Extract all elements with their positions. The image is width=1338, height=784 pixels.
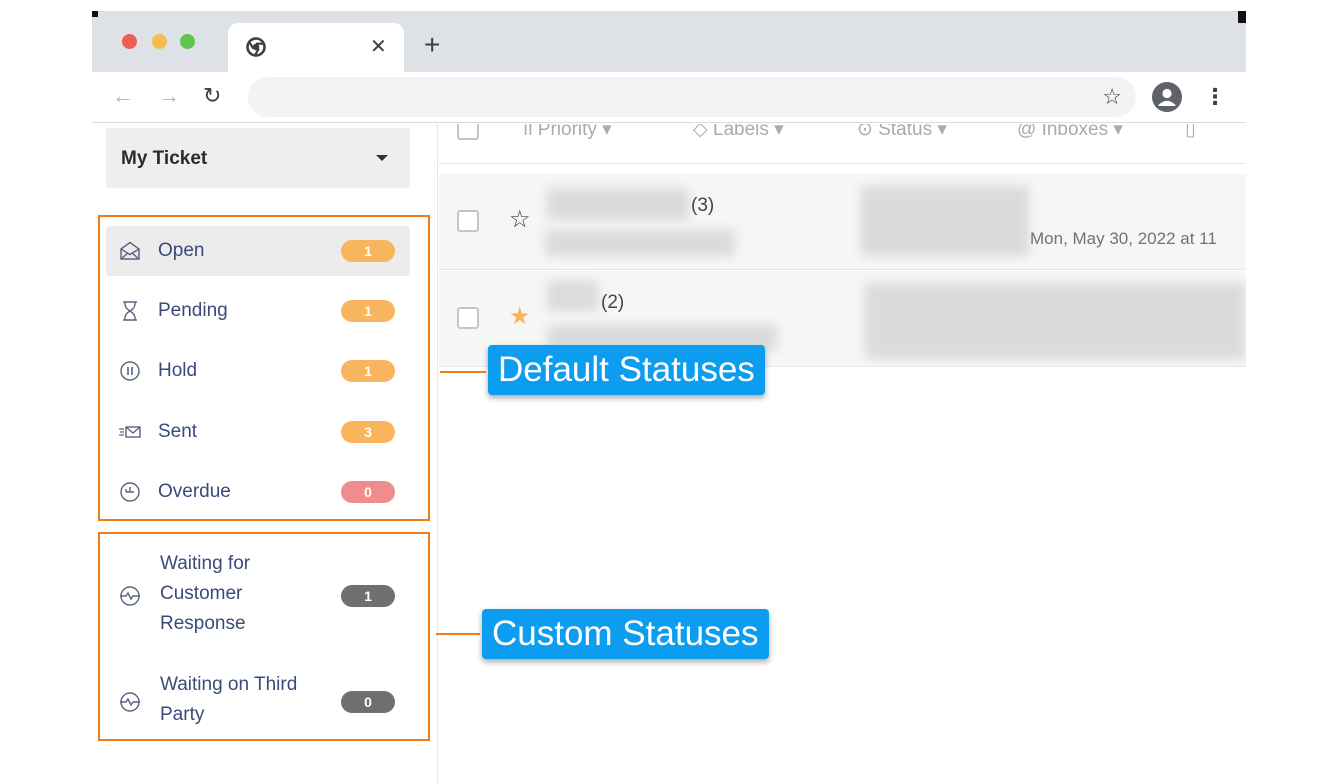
view-selector-label: My Ticket (121, 148, 208, 169)
ticket-list: ıl Priority ▾ ◇ Labels ▾ ⊙ Status ▾ @ In… (439, 124, 1246, 784)
select-all-checkbox[interactable] (457, 124, 479, 140)
new-tab-button[interactable]: + (424, 31, 440, 59)
status-filter-label: Status (878, 124, 933, 140)
labels-filter-label: Labels (712, 124, 769, 140)
chrome-icon (246, 37, 266, 57)
labels-filter[interactable]: ◇ Labels ▾ (693, 124, 784, 141)
row-checkbox[interactable] (457, 210, 479, 232)
priority-filter[interactable]: ıl Priority ▾ (523, 124, 612, 141)
default-statuses-callout: Default Statuses (488, 345, 765, 395)
inboxes-filter[interactable]: @ Inboxes ▾ (1017, 124, 1123, 141)
redacted-subject (545, 230, 735, 256)
list-header: ıl Priority ▾ ◇ Labels ▾ ⊙ Status ▾ @ In… (439, 124, 1246, 164)
browser-menu-icon[interactable]: ⋮ (1204, 83, 1226, 111)
custom-statuses-callout: Custom Statuses (482, 609, 769, 659)
forward-arrow-icon[interactable]: → (158, 83, 180, 109)
browser-tab[interactable]: ✕ (228, 23, 404, 72)
view-selector-dropdown[interactable]: My Ticket (106, 128, 410, 188)
custom-statuses-connector (436, 633, 480, 635)
back-arrow-icon[interactable]: ← (112, 83, 134, 109)
trash-icon[interactable]: ▯ (1185, 124, 1195, 141)
address-bar[interactable]: ☆ (248, 77, 1136, 117)
reload-icon[interactable]: ↻ (203, 83, 221, 109)
maximize-window-button[interactable] (180, 34, 195, 49)
chevron-down-icon (376, 155, 388, 161)
redacted-sender (547, 281, 599, 311)
redacted-preview (865, 283, 1245, 359)
inboxes-filter-label: Inboxes (1041, 124, 1109, 140)
redacted-preview (861, 186, 1029, 256)
close-tab-icon[interactable]: ✕ (370, 35, 387, 59)
priority-filter-label: Priority (537, 124, 597, 140)
close-window-button[interactable] (122, 34, 137, 49)
custom-statuses-frame (98, 532, 430, 741)
ticket-row[interactable]: ☆ (3) Mon, May 30, 2022 at 11 (439, 174, 1246, 270)
person-icon (1152, 82, 1182, 112)
ticket-date: Mon, May 30, 2022 at 11 (1030, 229, 1217, 248)
profile-avatar[interactable] (1152, 82, 1182, 112)
default-statuses-frame (98, 215, 430, 521)
browser-toolbar: ← → ↻ ☆ ⋮ (92, 72, 1246, 123)
star-outline-icon[interactable]: ☆ (509, 207, 531, 233)
thread-count: (2) (601, 292, 625, 313)
status-filter[interactable]: ⊙ Status ▾ (857, 124, 947, 141)
default-statuses-connector (440, 371, 486, 373)
thread-count: (3) (691, 195, 715, 216)
bookmark-star-icon[interactable]: ☆ (1102, 84, 1122, 110)
star-filled-icon[interactable]: ★ (509, 304, 531, 330)
tab-strip: ✕ + (92, 11, 1246, 72)
row-checkbox[interactable] (457, 307, 479, 329)
minimize-window-button[interactable] (152, 34, 167, 49)
redacted-sender (547, 188, 689, 220)
